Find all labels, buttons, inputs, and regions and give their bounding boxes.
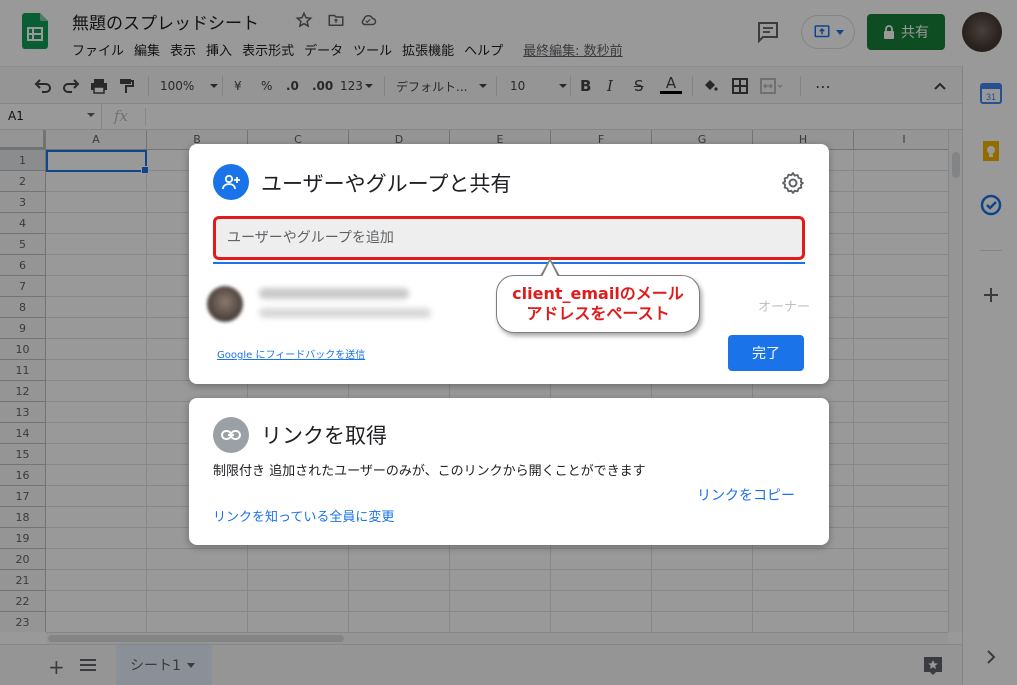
callout-pointer-fill (542, 261, 558, 277)
callout-line-1: client_emailのメール (512, 284, 684, 303)
link-access-description: 制限付き 追加されたユーザーのみが、このリンクから開くことができます (213, 464, 646, 479)
get-link-dialog: リンクを取得 制限付き 追加されたユーザーのみが、このリンクから開くことができま… (189, 398, 829, 545)
owner-email-redacted (259, 308, 431, 318)
callout-line-2: アドレスをペースト (526, 304, 670, 323)
share-dialog-title: ユーザーやグループと共有 (261, 172, 512, 196)
owner-avatar (207, 286, 243, 322)
owner-role-label: オーナー (758, 300, 811, 315)
send-feedback-link[interactable]: Google にフィードバックを送信 (217, 346, 365, 361)
change-link-access-link[interactable]: リンクを知っている全員に変更 (213, 506, 394, 525)
get-link-title: リンクを取得 (261, 424, 387, 448)
link-icon (213, 417, 249, 453)
copy-link-button[interactable]: リンクをコピー (697, 485, 795, 505)
gear-icon[interactable] (781, 171, 805, 195)
add-people-input[interactable] (213, 218, 805, 258)
add-people-field (213, 218, 805, 264)
add-person-icon (213, 164, 249, 200)
done-button[interactable]: 完了 (728, 335, 804, 371)
instruction-callout: client_emailのメール アドレスをペースト (496, 275, 700, 333)
owner-name-redacted (259, 288, 409, 299)
share-with-people-dialog: ユーザーやグループと共有 オーナー Google にフィードバックを送信 完了 (189, 144, 829, 384)
